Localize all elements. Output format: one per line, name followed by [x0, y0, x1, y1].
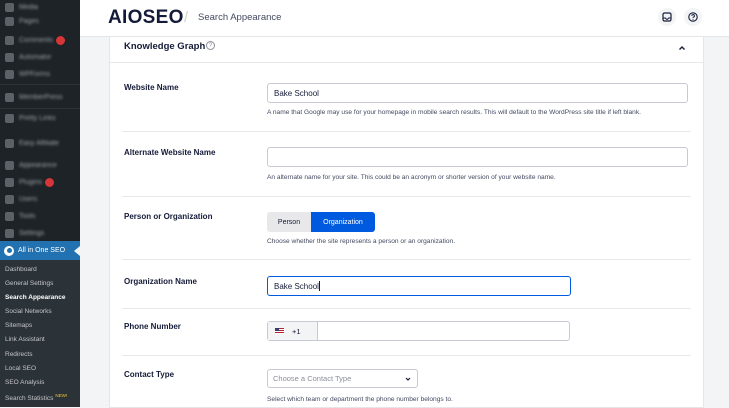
wp-menu-wpforms[interactable]: WPForms — [0, 67, 80, 81]
alternate-name-input[interactable] — [267, 147, 688, 167]
easy-affiliate-icon — [5, 138, 14, 148]
wp-menu-appearance[interactable]: Appearance — [0, 158, 80, 172]
notification-badge — [55, 35, 65, 45]
card-title: Knowledge Graph — [124, 41, 206, 52]
submenu-social-networks[interactable]: Social Networks — [5, 308, 52, 315]
person-org-label: Person or Organization — [124, 212, 213, 221]
card-header[interactable]: Knowledge Graph ? — [110, 37, 703, 63]
plugins-icon — [5, 177, 14, 187]
notifications-button[interactable] — [658, 8, 676, 26]
pages-icon — [5, 16, 14, 26]
submenu-dashboard[interactable]: Dashboard — [5, 266, 37, 273]
wp-menu-all-in-one-seo[interactable]: All in One SEO — [0, 241, 80, 260]
alternate-name-label: Alternate Website Name — [124, 148, 216, 157]
new-badge: NEW! — [55, 393, 68, 398]
website-name-input[interactable]: Bake School — [267, 83, 688, 103]
breadcrumb-separator: / — [184, 9, 189, 26]
text-cursor — [319, 281, 321, 291]
memberpress-icon — [5, 92, 14, 102]
tools-icon — [5, 211, 14, 221]
phone-number-label: Phone Number — [124, 322, 181, 331]
chevron-down-icon — [405, 377, 411, 381]
wpforms-icon — [5, 69, 14, 79]
submenu-redirects[interactable]: Redirects — [5, 351, 32, 358]
wp-menu-users[interactable]: Users — [0, 192, 80, 206]
submenu-search-appearance[interactable]: Search Appearance — [5, 294, 65, 301]
pretty-links-icon — [5, 113, 14, 123]
wp-menu-tools[interactable]: Tools — [0, 209, 80, 223]
person-org-description: Choose whether the site represents a per… — [267, 238, 456, 245]
aioseo-logo: AIOSEO — [108, 7, 184, 28]
submenu-link-assistant[interactable]: Link Assistant — [5, 336, 45, 343]
help-button[interactable] — [684, 8, 702, 26]
submenu-seo-analysis[interactable]: SEO Analysis — [5, 379, 44, 386]
media-icon — [5, 2, 14, 12]
active-menu-arrow — [74, 246, 80, 256]
wp-menu-media[interactable]: Media — [0, 0, 80, 14]
comments-icon — [5, 35, 14, 45]
contact-type-description: Select which team or department the phon… — [267, 396, 453, 403]
row-divider — [122, 259, 691, 260]
wp-menu-automator[interactable]: Automator — [0, 50, 80, 64]
inbox-icon — [662, 12, 672, 22]
aioseo-submenu: Dashboard General Settings Search Appear… — [0, 260, 80, 407]
person-option-button[interactable]: Person — [267, 212, 311, 232]
website-name-description: A name that Google may use for your home… — [267, 109, 641, 116]
phone-number-input[interactable] — [318, 322, 569, 340]
help-circle-icon — [688, 12, 698, 22]
country-code-selector[interactable]: +1 — [268, 322, 318, 340]
sidebar-divider — [0, 108, 80, 109]
row-divider — [122, 355, 691, 356]
wp-menu-settings[interactable]: Settings — [0, 226, 80, 240]
person-org-toggle: Person Organization — [267, 212, 375, 232]
row-divider — [122, 308, 691, 309]
users-icon — [5, 194, 14, 204]
notification-badge — [44, 177, 54, 187]
us-flag-icon — [275, 328, 284, 334]
submenu-local-seo[interactable]: Local SEO — [5, 365, 36, 372]
appearance-icon — [5, 160, 14, 170]
phone-number-field[interactable]: +1 — [267, 321, 570, 341]
wp-menu-easy-affiliate[interactable]: Easy Affiliate — [0, 136, 80, 150]
organization-option-button[interactable]: Organization — [311, 212, 375, 232]
website-name-label: Website Name — [124, 83, 179, 92]
submenu-sitemaps[interactable]: Sitemaps — [5, 322, 32, 329]
wp-admin-sidebar: Media Pages Comments Automator WPForms M… — [0, 0, 80, 407]
wp-menu-plugins[interactable]: Plugins — [0, 175, 80, 189]
organization-name-input[interactable]: Bake School — [267, 276, 571, 296]
row-divider — [122, 196, 691, 197]
automator-icon — [5, 52, 14, 62]
organization-name-label: Organization Name — [124, 277, 197, 286]
page-title: Search Appearance — [198, 12, 282, 23]
aioseo-header: AIOSEO / Search Appearance — [80, 0, 729, 37]
submenu-general-settings[interactable]: General Settings — [5, 280, 53, 287]
wp-menu-memberpress[interactable]: MemberPress — [0, 90, 80, 104]
contact-type-label: Contact Type — [124, 370, 175, 379]
submenu-search-statistics[interactable]: Search Statistics NEW! — [5, 393, 67, 402]
chevron-up-icon[interactable] — [677, 43, 687, 53]
wp-menu-pretty-links[interactable]: Pretty Links — [0, 111, 80, 125]
row-divider — [122, 131, 691, 132]
contact-type-select[interactable]: Choose a Contact Type — [267, 369, 418, 388]
aioseo-logo-icon — [4, 245, 14, 256]
help-icon[interactable]: ? — [206, 41, 215, 50]
settings-icon — [5, 228, 14, 238]
knowledge-graph-card: Knowledge Graph ? Website Name Bake Scho… — [109, 37, 704, 408]
wp-menu-comments[interactable]: Comments — [0, 33, 80, 47]
alternate-name-description: An alternate name for your site. This co… — [267, 174, 556, 181]
sidebar-divider — [0, 84, 80, 85]
wp-menu-pages[interactable]: Pages — [0, 14, 80, 28]
